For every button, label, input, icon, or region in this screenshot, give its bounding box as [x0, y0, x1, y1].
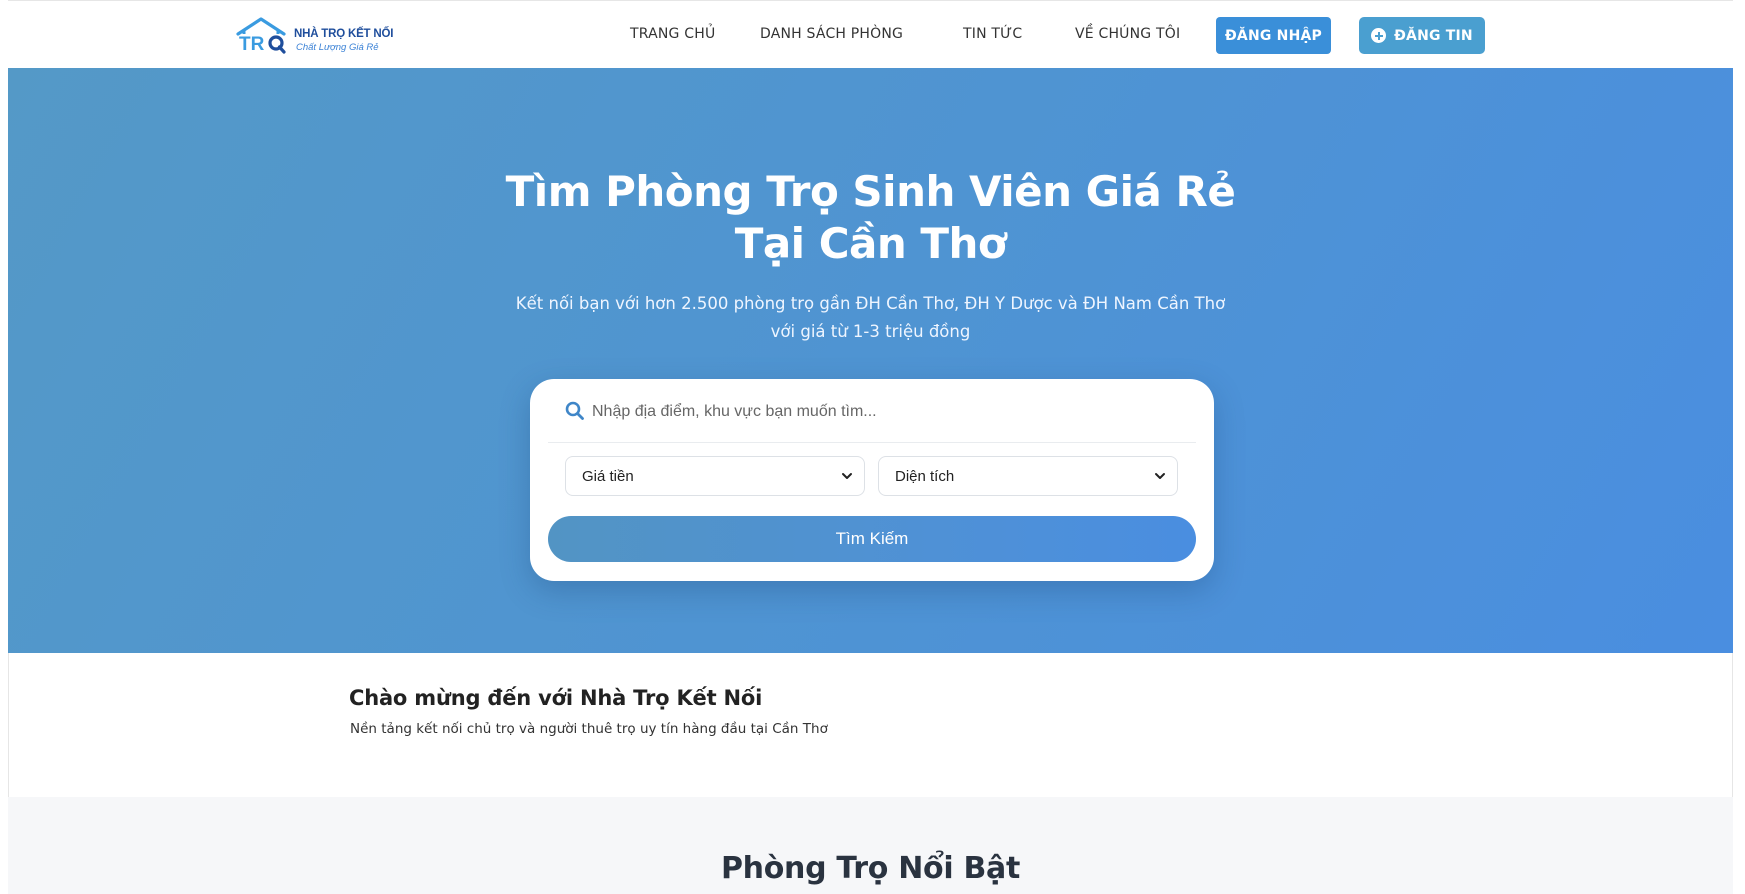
- logo-mark-text: TR: [239, 34, 265, 55]
- nav-link-news[interactable]: TIN TỨC: [963, 26, 1022, 42]
- chevron-down-icon: [1155, 473, 1165, 479]
- price-select[interactable]: Giá tiền: [565, 456, 865, 496]
- post-listing-label: ĐĂNG TIN: [1394, 27, 1473, 44]
- welcome-title: Chào mừng đến với Nhà Trọ Kết Nối: [349, 686, 763, 710]
- nav-link-about[interactable]: VỀ CHÚNG TÔI: [1075, 26, 1180, 42]
- search-button-label: Tìm Kiếm: [835, 529, 909, 548]
- hero-subtitle: Kết nối bạn với hơn 2.500 phòng trọ gần …: [8, 290, 1733, 346]
- hero-subtitle-line2: với giá từ 1-3 triệu đồng: [770, 322, 971, 341]
- search-input[interactable]: [592, 397, 1182, 427]
- login-button[interactable]: ĐĂNG NHẬP: [1216, 17, 1331, 54]
- hero-title: Tìm Phòng Trọ Sinh Viên Giá Rẻ Tại Cần T…: [8, 166, 1733, 270]
- search-card: Giá tiền Diện tích Tìm Kiếm: [530, 379, 1214, 581]
- area-select-value: Diện tích: [895, 467, 955, 485]
- hero-title-line1: Tìm Phòng Trọ Sinh Viên Giá Rẻ: [505, 167, 1236, 216]
- nav-link-home[interactable]: TRANG CHỦ: [630, 26, 715, 42]
- site-logo[interactable]: TR NHÀ TRỌ KẾT NỐI Chất Lượng Giá Rẻ: [236, 17, 406, 57]
- site-header: TR NHÀ TRỌ KẾT NỐI Chất Lượng Giá Rẻ TRA…: [8, 1, 1733, 68]
- logo-title: NHÀ TRỌ KẾT NỐI: [294, 28, 394, 40]
- hero-title-line2: Tại Cần Thơ: [734, 219, 1007, 268]
- house-logo-icon: TR: [236, 17, 286, 55]
- welcome-subtitle: Nền tảng kết nối chủ trọ và người thuê t…: [350, 721, 828, 737]
- area-select[interactable]: Diện tích: [878, 456, 1178, 496]
- plus-circle-icon: [1371, 28, 1387, 43]
- featured-title: Phòng Trọ Nổi Bật: [720, 851, 1021, 886]
- post-listing-button[interactable]: ĐĂNG TIN: [1359, 17, 1485, 54]
- search-button[interactable]: Tìm Kiếm: [548, 516, 1196, 562]
- featured-section: Phòng Trọ Nổi Bật: [8, 797, 1733, 894]
- hero-subtitle-line1: Kết nối bạn với hơn 2.500 phòng trọ gần …: [515, 294, 1226, 313]
- chevron-down-icon: [842, 473, 852, 479]
- login-button-label: ĐĂNG NHẬP: [1225, 27, 1322, 44]
- nav-link-room-list[interactable]: DANH SÁCH PHÒNG: [760, 26, 903, 42]
- search-row: [548, 379, 1196, 443]
- logo-slogan: Chất Lượng Giá Rẻ: [296, 42, 379, 53]
- search-icon: [565, 401, 584, 420]
- price-select-value: Giá tiền: [582, 467, 634, 485]
- hero-section: Tìm Phòng Trọ Sinh Viên Giá Rẻ Tại Cần T…: [8, 68, 1733, 653]
